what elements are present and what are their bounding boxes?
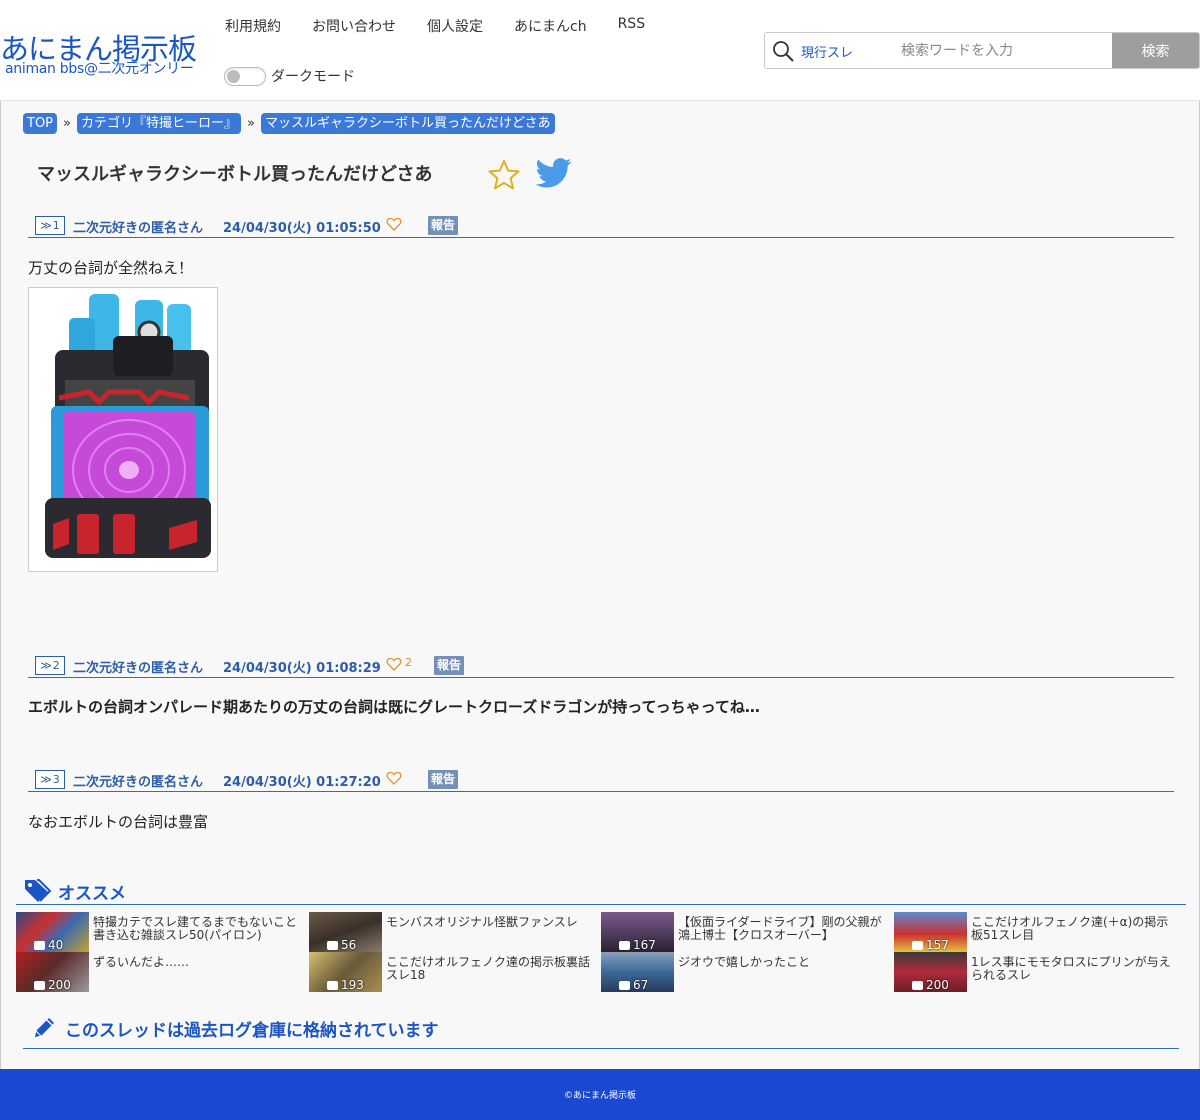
breadcrumb-top[interactable]: TOP — [23, 113, 58, 134]
breadcrumb-separator: » — [63, 116, 71, 131]
pencil-icon — [33, 1018, 54, 1039]
reply-count: 200 — [34, 978, 71, 992]
post-header-2: ≫ 2 二次元好きの匿名さん 24/04/30(火) 01:08:29 2 報告 — [28, 654, 1174, 678]
archive-notice: このスレッドは過去ログ倉庫に格納されています — [23, 1013, 1179, 1049]
dark-mode-toggle[interactable]: ダークモード — [224, 66, 355, 86]
post-date: 24/04/30(火) 01:05:50 — [223, 221, 381, 236]
comment-icon — [327, 980, 338, 990]
poster-name[interactable]: 二次元好きの匿名さん — [73, 657, 203, 676]
post-date: 24/04/30(火) 01:08:29 — [223, 661, 381, 676]
recommend-list: 40 特撮カテでスレ建てるまでもないこと書き込む雑談スレ50(パイロン) 56 … — [16, 912, 1186, 992]
main-content: TOP » カテゴリ『特撮ヒーロー』 » マッスルギャラクシーボトル買ったんだけ… — [0, 101, 1200, 1069]
recommend-header: オススメ — [16, 877, 1186, 905]
archive-notice-text: このスレッドは過去ログ倉庫に格納されています — [65, 1021, 439, 1041]
thumbnail-image[interactable]: 40 — [16, 912, 89, 952]
recommend-item-title[interactable]: ジオウで嬉しかったこと — [678, 956, 886, 969]
top-nav: 利用規約 お問い合わせ 個人設定 あにまんch RSS — [225, 16, 676, 36]
res-number[interactable]: ≫ 3 — [35, 770, 65, 789]
toggle-knob — [227, 69, 240, 83]
recommend-item-title[interactable]: ここだけオルフェノク達の掲示板裏話スレ18 — [386, 956, 594, 982]
comment-icon — [327, 940, 338, 950]
site-footer: ©あにまん掲示板 — [0, 1069, 1200, 1120]
post-body-1: 万丈の台詞が全然ねえ！ — [28, 259, 194, 277]
nav-contact[interactable]: お問い合わせ — [312, 16, 396, 36]
nav-rss[interactable]: RSS — [618, 16, 646, 36]
heart-icon[interactable] — [386, 216, 402, 232]
heart-icon[interactable] — [386, 656, 402, 672]
reply-count: 193 — [327, 978, 364, 992]
recommend-item[interactable]: 157 ここだけオルフェノク達(＋α)の掲示板51スレ目 — [894, 912, 1179, 952]
toggle-switch[interactable] — [224, 66, 266, 86]
post-image[interactable] — [28, 287, 218, 572]
poster-name[interactable]: 二次元好きの匿名さん — [73, 771, 203, 790]
thumbnail-image[interactable]: 200 — [16, 952, 89, 992]
reply-count: 67 — [619, 978, 648, 992]
report-button[interactable]: 報告 — [434, 656, 465, 675]
report-button[interactable]: 報告 — [428, 216, 459, 235]
copyright-text: ©あにまん掲示板 — [563, 1091, 636, 1101]
thumbnail-image[interactable]: 200 — [894, 952, 967, 992]
twitter-icon[interactable] — [536, 157, 572, 189]
reply-count: 157 — [912, 938, 949, 952]
breadcrumb: TOP » カテゴリ『特撮ヒーロー』 » マッスルギャラクシーボトル買ったんだけ… — [23, 113, 555, 134]
breadcrumb-thread[interactable]: マッスルギャラクシーボトル買ったんだけどさあ — [260, 113, 555, 134]
dark-mode-label: ダークモード — [271, 69, 355, 85]
comment-icon — [619, 940, 630, 950]
recommend-item-title[interactable]: 1レス事にモモタロスにプリンが与えられるスレ — [971, 956, 1179, 982]
search-button[interactable]: 検索 — [1112, 33, 1199, 68]
search-input[interactable] — [893, 33, 1113, 68]
res-number[interactable]: ≫ 2 — [35, 656, 65, 675]
heart-icon[interactable] — [386, 770, 402, 786]
comment-icon — [34, 940, 45, 950]
thumbnail-image[interactable]: 157 — [894, 912, 967, 952]
reply-count: 200 — [912, 978, 949, 992]
recommend-title: オススメ — [58, 884, 126, 904]
recommend-item-title[interactable]: 特撮カテでスレ建てるまでもないこと書き込む雑談スレ50(パイロン) — [93, 916, 301, 942]
post-header-1: ≫ 1 二次元好きの匿名さん 24/04/30(火) 01:05:50 報告 — [28, 214, 1174, 238]
post-body-3: なおエボルトの台詞は豊富 — [28, 813, 209, 831]
recommend-item[interactable]: 40 特撮カテでスレ建てるまでもないこと書き込む雑談スレ50(パイロン) — [16, 912, 301, 952]
comment-icon — [619, 980, 630, 990]
poster-name[interactable]: 二次元好きの匿名さん — [73, 217, 203, 236]
reply-count: 167 — [619, 938, 656, 952]
nav-settings[interactable]: 個人設定 — [427, 16, 483, 36]
recommend-item-title[interactable]: ここだけオルフェノク達(＋α)の掲示板51スレ目 — [971, 916, 1179, 942]
recommend-item-title[interactable]: モンバスオリジナル怪獣ファンスレ — [386, 916, 594, 929]
recommend-item-title[interactable]: ずるいんだよ…… — [93, 956, 301, 969]
nav-animanch[interactable]: あにまんch — [514, 16, 587, 36]
post-date: 24/04/30(火) 01:27:20 — [223, 775, 381, 790]
comment-icon — [912, 940, 923, 950]
search-scope-select[interactable]: 現行スレ — [801, 42, 853, 61]
thumbnail-image[interactable]: 167 — [601, 912, 674, 952]
recommend-item[interactable]: 167 【仮面ライダードライブ】剛の父親が鴻上博士【クロスオーバー】 — [601, 912, 886, 952]
recommend-item[interactable]: 67 ジオウで嬉しかったこと — [601, 952, 886, 992]
search-icon[interactable] — [771, 39, 795, 63]
report-button[interactable]: 報告 — [428, 770, 459, 789]
comment-icon — [912, 980, 923, 990]
tag-icon — [25, 879, 51, 902]
recommend-item[interactable]: 56 モンバスオリジナル怪獣ファンスレ — [309, 912, 594, 952]
site-header: あにまん掲示板 animan bbs@二次元オンリー 利用規約 お問い合わせ 個… — [0, 0, 1200, 101]
recommend-item-title[interactable]: 【仮面ライダードライブ】剛の父親が鴻上博士【クロスオーバー】 — [678, 916, 886, 942]
reply-count: 56 — [327, 938, 356, 952]
post-header-3: ≫ 3 二次元好きの匿名さん 24/04/30(火) 01:27:20 報告 — [28, 768, 1174, 792]
breadcrumb-category[interactable]: カテゴリ『特撮ヒーロー』 — [76, 113, 241, 134]
thumbnail-image[interactable]: 56 — [309, 912, 382, 952]
breadcrumb-separator: » — [247, 116, 255, 131]
recommend-item[interactable]: 193 ここだけオルフェノク達の掲示板裏話スレ18 — [309, 952, 594, 992]
like-count: 2 — [405, 656, 412, 669]
search-bar: 現行スレ 検索 — [764, 32, 1200, 69]
recommend-item[interactable]: 200 1レス事にモモタロスにプリンが与えられるスレ — [894, 952, 1179, 992]
res-number[interactable]: ≫ 1 — [35, 216, 65, 235]
favorite-star-icon[interactable] — [487, 158, 521, 192]
page-title: マッスルギャラクシーボトル買ったんだけどさあ — [37, 164, 433, 185]
reply-count: 40 — [34, 938, 63, 952]
thumbnail-image[interactable]: 67 — [601, 952, 674, 992]
post-body-2: エボルトの台詞オンパレード期あたりの万丈の台詞は既にグレートクローズドラゴンが持… — [28, 698, 760, 716]
recommend-item[interactable]: 200 ずるいんだよ…… — [16, 952, 301, 992]
comment-icon — [34, 980, 45, 990]
nav-terms[interactable]: 利用規約 — [225, 16, 281, 36]
thumbnail-image[interactable]: 193 — [309, 952, 382, 992]
site-logo-subtitle: animan bbs@二次元オンリー — [5, 61, 194, 77]
